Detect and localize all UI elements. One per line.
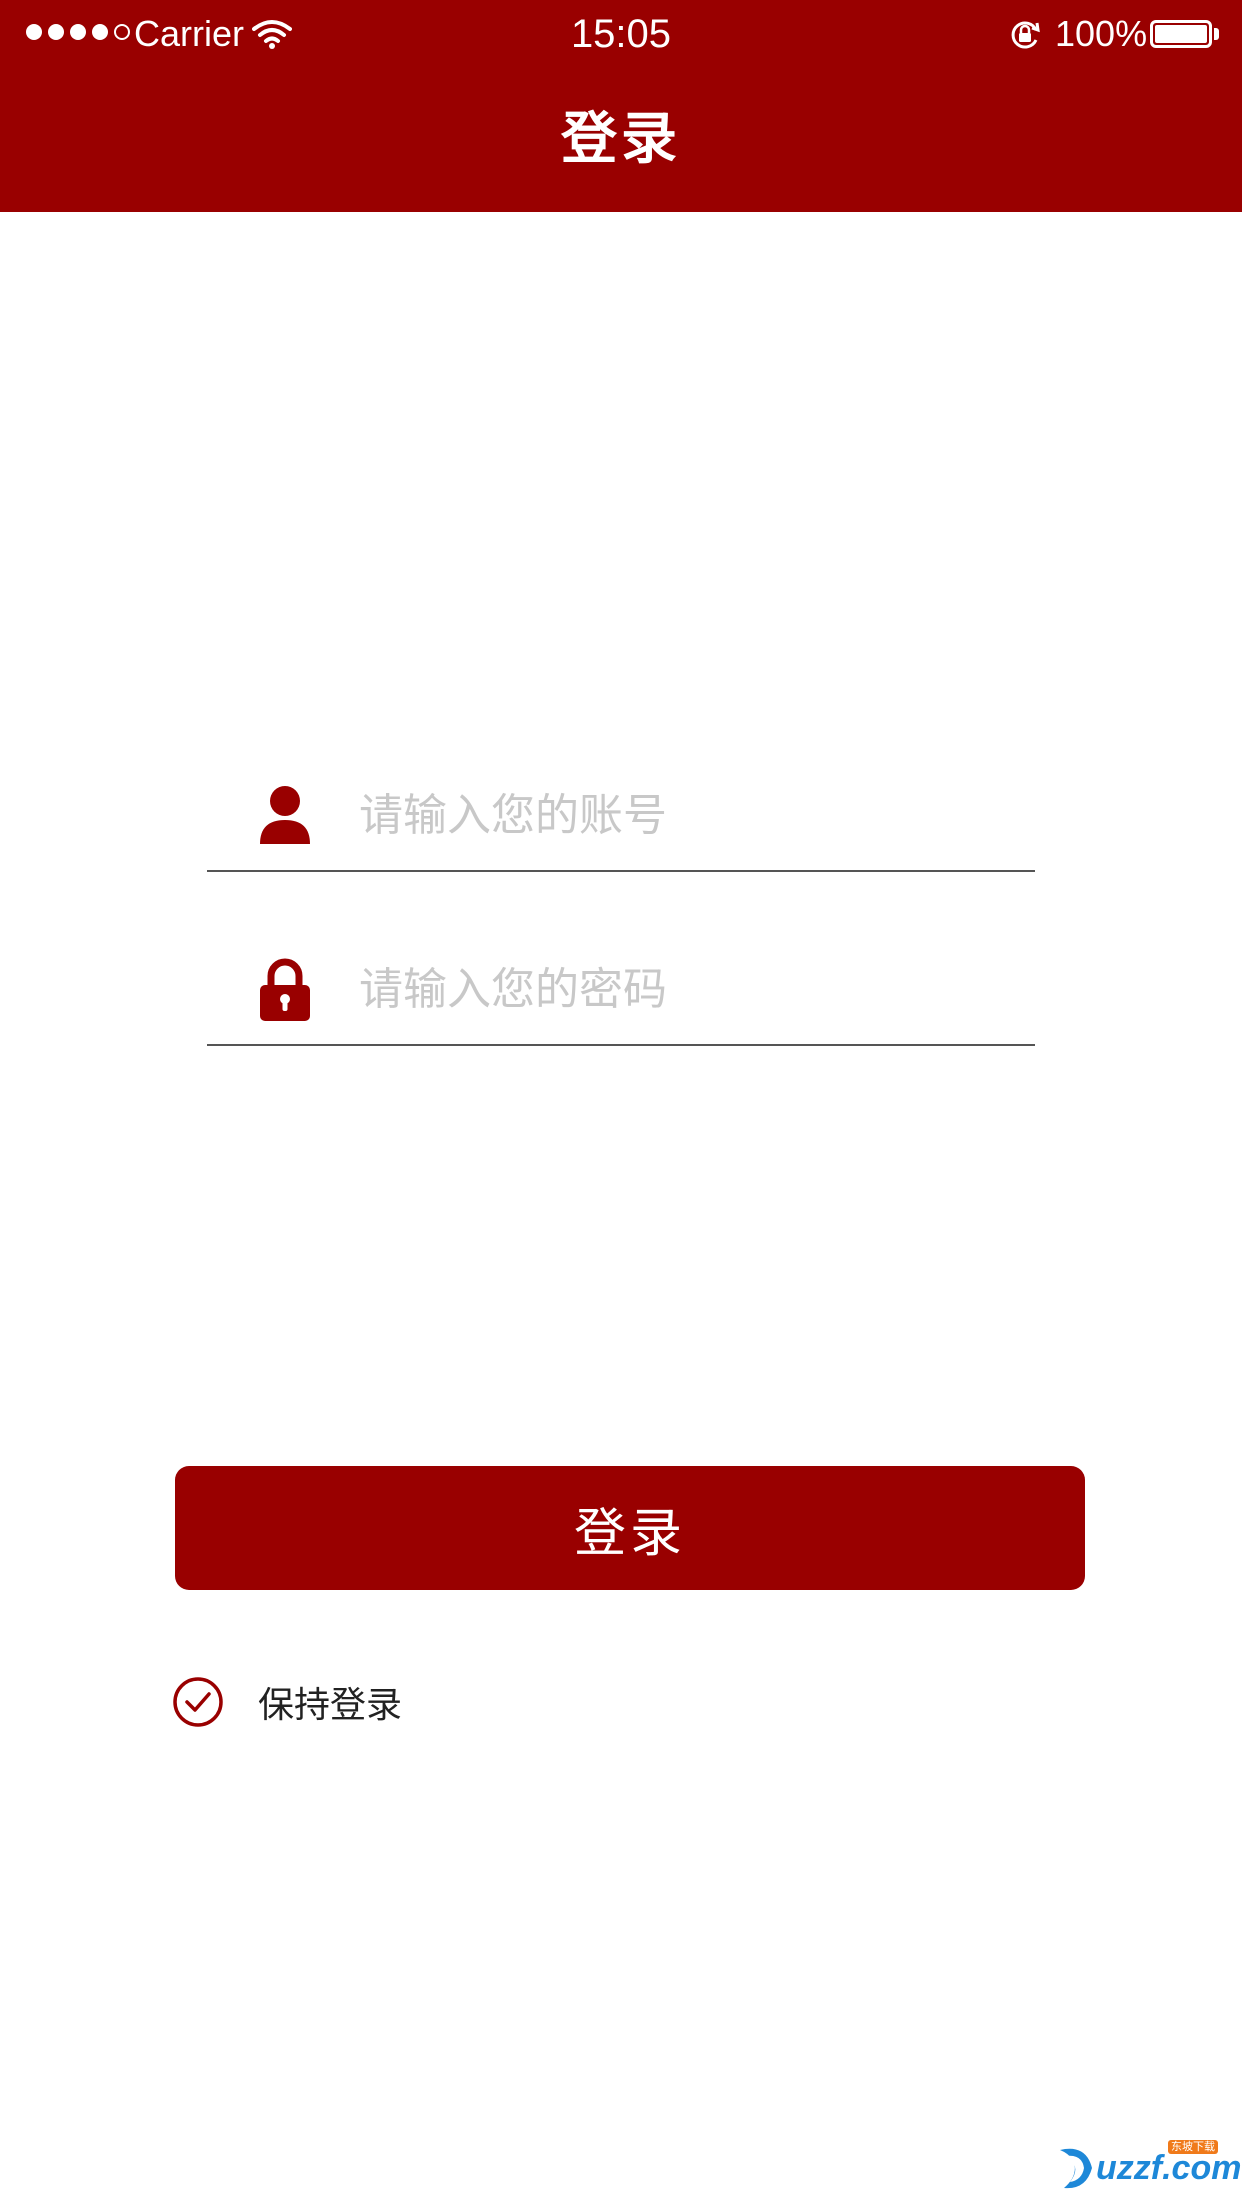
battery-percent: 100% (1055, 13, 1148, 54)
password-input[interactable] (359, 954, 999, 1024)
lock-icon (260, 958, 310, 1021)
battery-cap (1214, 28, 1219, 40)
page-title: 登录 (561, 107, 681, 172)
watermark-tag: 东坡下载 (1168, 2140, 1218, 2154)
watermark-logo: uzzf.com 东坡下载 (1056, 2140, 1241, 2194)
password-field-row (207, 936, 1035, 1046)
user-icon (260, 786, 310, 844)
keep-logged-in-toggle[interactable]: 保持登录 (172, 1674, 402, 1730)
account-input[interactable] (359, 780, 999, 850)
login-screen: Carrier 15:05 100% 登录 请输入您的账号 登录 保持登录 uz… (0, 0, 1242, 2208)
rotation-lock-icon (1011, 21, 1040, 49)
keep-logged-in-label: 保持登录 (258, 1685, 403, 1726)
status-bar: Carrier 15:05 100% (0, 0, 1242, 68)
account-field-row (207, 762, 1035, 872)
uzzf-logo-icon (1060, 2148, 1092, 2189)
login-button[interactable]: 登录 (175, 1466, 1085, 1590)
check-circle-icon[interactable] (172, 1676, 224, 1728)
battery-icon (1150, 20, 1212, 48)
header-bar: Carrier 15:05 100% 登录 (0, 0, 1242, 212)
